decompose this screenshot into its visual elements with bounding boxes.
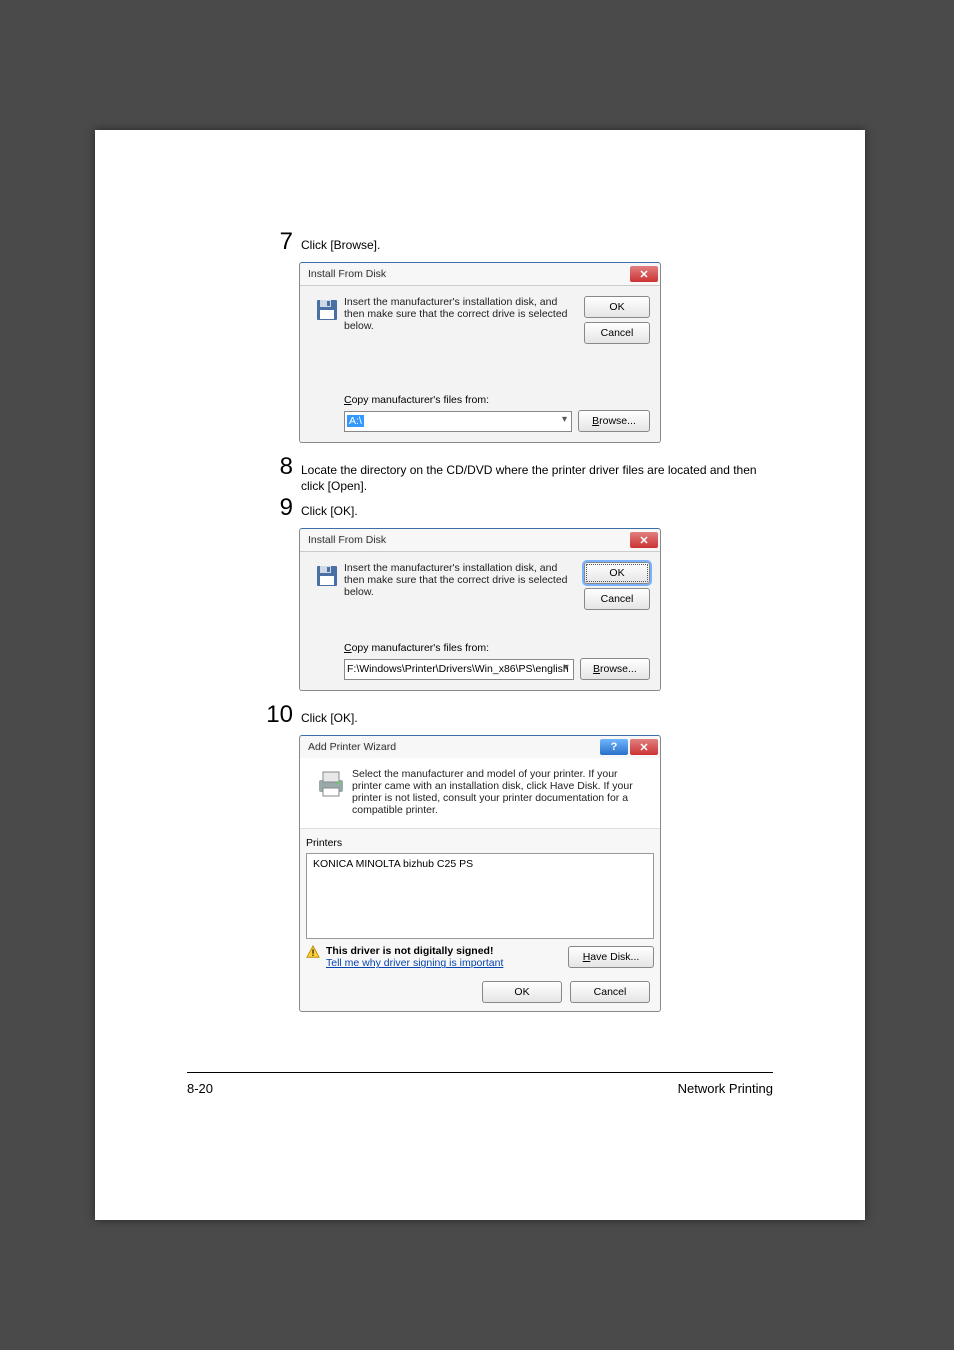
cancel-button[interactable]: Cancel: [570, 981, 650, 1003]
dialog-message: Insert the manufacturer's installation d…: [344, 296, 584, 344]
wizard-message: Select the manufacturer and model of you…: [352, 768, 650, 816]
floppy-disk-icon: [310, 562, 344, 610]
step-10-number: 10: [265, 701, 293, 729]
dialog-title: Add Printer Wizard: [308, 741, 396, 753]
printers-listbox[interactable]: KONICA MINOLTA bizhub C25 PS: [306, 853, 654, 939]
close-icon[interactable]: ✕: [630, 266, 658, 282]
dialog-title: Install From Disk: [308, 268, 386, 280]
path-value: F:\Windows\Printer\Drivers\Win_x86\PS\en…: [347, 663, 569, 675]
ok-button[interactable]: OK: [584, 296, 650, 318]
printer-icon: [310, 768, 352, 816]
step-10-text: Click [OK].: [301, 702, 358, 726]
copy-from-label: Copy manufacturer's files from:: [344, 394, 650, 406]
cancel-button[interactable]: Cancel: [584, 322, 650, 344]
step-8-text: Locate the directory on the CD/DVD where…: [301, 454, 775, 494]
ok-button[interactable]: OK: [482, 981, 562, 1003]
warning-icon: [306, 945, 320, 959]
path-value: A:\: [347, 415, 364, 427]
printers-column-header: Printers: [306, 837, 654, 849]
dialog-message: Insert the manufacturer's installation d…: [344, 562, 584, 610]
step-7-text: Click [Browse].: [301, 229, 380, 253]
close-icon[interactable]: ✕: [630, 532, 658, 548]
close-icon[interactable]: ✕: [630, 739, 658, 755]
path-input[interactable]: F:\Windows\Printer\Drivers\Win_x86\PS\en…: [344, 659, 574, 680]
section-title: Network Printing: [678, 1081, 773, 1096]
install-from-disk-dialog-2: Install From Disk ✕ Insert the manufactu…: [299, 528, 661, 691]
copy-from-label: Copy manufacturer's files from:: [344, 642, 650, 654]
path-input[interactable]: A:\: [344, 411, 572, 432]
step-9-number: 9: [265, 494, 293, 522]
printer-item[interactable]: KONICA MINOLTA bizhub C25 PS: [313, 858, 647, 870]
dialog-title: Install From Disk: [308, 534, 386, 546]
step-8-number: 8: [265, 453, 293, 481]
floppy-disk-icon: [310, 296, 344, 344]
have-disk-button[interactable]: Have Disk...: [568, 946, 654, 968]
warning-text: This driver is not digitally signed!: [326, 945, 503, 957]
step-7-number: 7: [265, 228, 293, 256]
add-printer-wizard-dialog: Add Printer Wizard ? ✕ Select the manufa…: [299, 735, 661, 1012]
ok-button[interactable]: OK: [584, 562, 650, 584]
footer-divider: [187, 1072, 773, 1073]
page-number: 8-20: [187, 1081, 213, 1096]
browse-button[interactable]: Browse...: [580, 658, 650, 680]
help-icon[interactable]: ?: [600, 739, 628, 755]
driver-signing-link[interactable]: Tell me why driver signing is important: [326, 957, 503, 969]
cancel-button[interactable]: Cancel: [584, 588, 650, 610]
install-from-disk-dialog-1: Install From Disk ✕ Insert the manufactu…: [299, 262, 661, 443]
step-9-text: Click [OK].: [301, 495, 358, 519]
browse-button[interactable]: Browse...: [578, 410, 650, 432]
